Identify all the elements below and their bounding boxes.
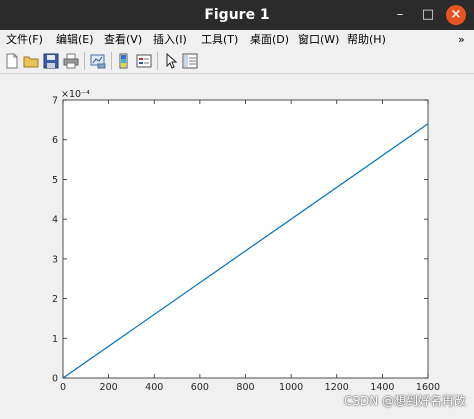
menu-bar: 文件(F) 编辑(E) 查看(V) 插入(I) 工具(T) 桌面(D) 窗口(W… [0, 30, 474, 49]
y-tick-label: 3 [52, 254, 58, 265]
y-tick-label: 6 [52, 135, 58, 146]
toolbar [0, 49, 474, 74]
title-bar: Figure 1 – □ × [0, 0, 474, 30]
x-tick-label: 800 [236, 382, 254, 393]
menu-overflow-button[interactable]: » [458, 30, 465, 49]
maximize-button[interactable]: □ [418, 5, 438, 25]
menu-tools[interactable]: 工具(T) [201, 30, 238, 49]
menu-help[interactable]: 帮助(H) [347, 30, 386, 49]
menu-insert[interactable]: 插入(I) [153, 30, 187, 49]
toolbar-separator [111, 52, 112, 70]
property-inspector-icon[interactable] [181, 52, 199, 70]
save-icon[interactable] [42, 52, 60, 70]
insert-legend-icon[interactable] [135, 52, 153, 70]
minimize-button[interactable]: – [390, 5, 410, 25]
menu-view[interactable]: 查看(V) [104, 30, 142, 49]
menu-window[interactable]: 窗口(W) [298, 30, 339, 49]
x-tick-label: 200 [100, 382, 118, 393]
toolbar-separator [157, 52, 158, 70]
link-plot-icon[interactable] [89, 52, 107, 70]
x-tick-label: 400 [145, 382, 163, 393]
menu-file[interactable]: 文件(F) [6, 30, 43, 49]
line-chart[interactable]: 0 200 400 600 800 1000 1200 1400 160001234567×10… [0, 74, 474, 415]
menu-desktop[interactable]: 桌面(D) [250, 30, 289, 49]
open-file-icon[interactable] [22, 52, 40, 70]
x-tick-label: 0 [60, 382, 66, 393]
select-arrow-icon[interactable] [162, 52, 180, 70]
print-icon[interactable] [62, 52, 80, 70]
y-tick-label: 5 [52, 175, 58, 186]
x-tick-label: 600 [191, 382, 209, 393]
y-exponent-label: ×10⁻⁴ [61, 89, 90, 100]
y-tick-label: 0 [52, 374, 58, 385]
watermark: CSDN @想到好名再改 [343, 394, 466, 408]
new-figure-icon[interactable] [3, 52, 21, 70]
y-tick-label: 7 [52, 96, 58, 107]
y-tick-label: 2 [52, 294, 58, 305]
axes-box [62, 99, 429, 379]
close-button[interactable]: × [446, 5, 466, 25]
y-tick-label: 1 [52, 334, 58, 345]
insert-colorbar-icon[interactable] [115, 52, 133, 70]
x-tick-label: 1000 [279, 382, 303, 393]
menu-edit[interactable]: 编辑(E) [56, 30, 94, 49]
toolbar-separator [84, 52, 85, 70]
figure-canvas: 0 200 400 600 800 1000 1200 1400 1600 0 1 2 3 4 5 6 7 ×10… [0, 74, 474, 415]
y-tick-label: 4 [52, 215, 58, 226]
